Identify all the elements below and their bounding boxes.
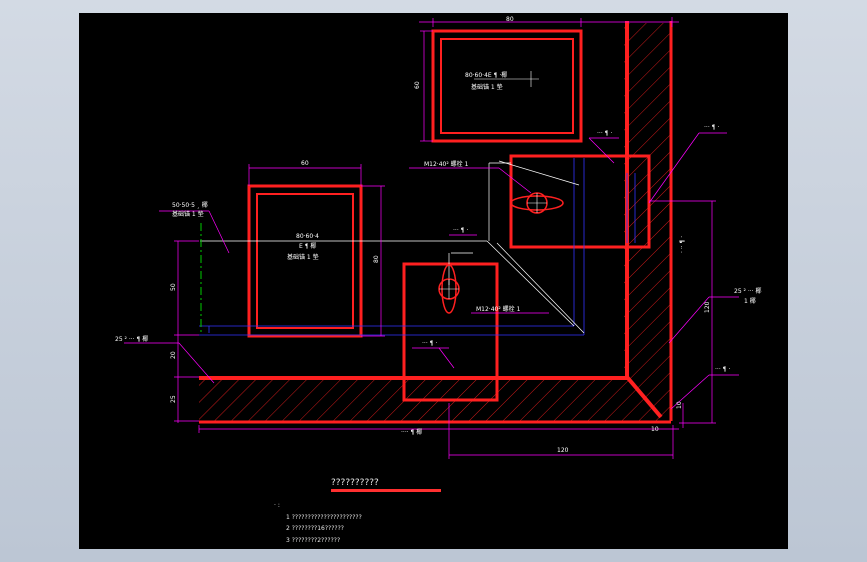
note-3: 3 ????????2?????? — [286, 537, 340, 544]
dim-left-60: 60 — [414, 81, 421, 89]
note-2: 2 ????????16?????? — [286, 525, 344, 532]
top-box-label-2: 基础锚 1 垫 — [471, 83, 503, 91]
title-underline — [331, 489, 441, 492]
dim-left-25: 25 — [170, 395, 177, 403]
mid-box-label-1: 80·60·4 — [296, 233, 319, 240]
plate-upper-label: ··· ¶ · — [597, 130, 612, 137]
right-top-label: ··· ¶ · — [704, 124, 719, 131]
bolt-upper-label: M12·40² 螺栓 1 — [424, 160, 469, 168]
dim-top-80: 80 — [506, 16, 514, 23]
right-low-label: ··· ¶ · — [715, 366, 730, 373]
drawing-title: ?????????? — [331, 478, 379, 488]
right-mid-label: · ·· ¶ · — [679, 236, 686, 253]
dim-right-120: 120 — [704, 301, 711, 313]
angle-label-2: 基础锚 1 垫 — [172, 210, 204, 218]
mid-embedded-plate[interactable] — [247, 184, 363, 338]
angle-label-1: 50·50·5 ¸ 椰 — [172, 201, 208, 209]
wall-outline — [199, 21, 673, 424]
dim-bottom-120: 120 — [557, 447, 569, 454]
upper-bolt-symbol[interactable] — [510, 192, 564, 214]
dim-bottom-10: 10 — [651, 426, 659, 433]
lower-box-label: ··· ¶ · — [422, 340, 437, 347]
top-box-label-1: 80·60·4E ¶ ·椰 — [465, 71, 507, 79]
bolt-lower-label: M12·40² 螺栓 1 — [476, 305, 521, 313]
right-25b-label: 1 椰 — [744, 297, 756, 305]
cad-drawing: 80 60 60 80 50 20 25 120 10 120 10 80·60… — [115, 16, 761, 544]
top-embedded-plate[interactable] — [431, 29, 583, 143]
cad-drawing-canvas[interactable]: 80 60 60 80 50 20 25 120 10 120 10 80·60… — [79, 13, 788, 549]
note-1: 1 ?????????????????????? — [286, 514, 362, 521]
dim-mid-80: 80 — [373, 255, 380, 263]
left-25-label: 25 ² ··· ¶ 椰 — [115, 335, 148, 343]
dim-mid-60: 60 — [301, 160, 309, 167]
wall-hatching — [199, 23, 672, 421]
notes-heading: · : — [274, 502, 280, 509]
mid-box-label-3: 基础锚 1 垫 — [287, 253, 319, 261]
right-25-label: 25 ² ··· 椰 — [734, 287, 761, 295]
dim-left-20: 20 — [170, 351, 177, 359]
wall-bottom-label: ···· ¶ 椰 — [401, 428, 422, 436]
plate-lower-label: ··· ¶ · — [453, 227, 468, 234]
dim-left-50: 50 — [170, 283, 177, 291]
mid-box-label-2: E ¶ 椰 — [299, 242, 316, 250]
dim-right-10: 10 — [676, 401, 683, 409]
